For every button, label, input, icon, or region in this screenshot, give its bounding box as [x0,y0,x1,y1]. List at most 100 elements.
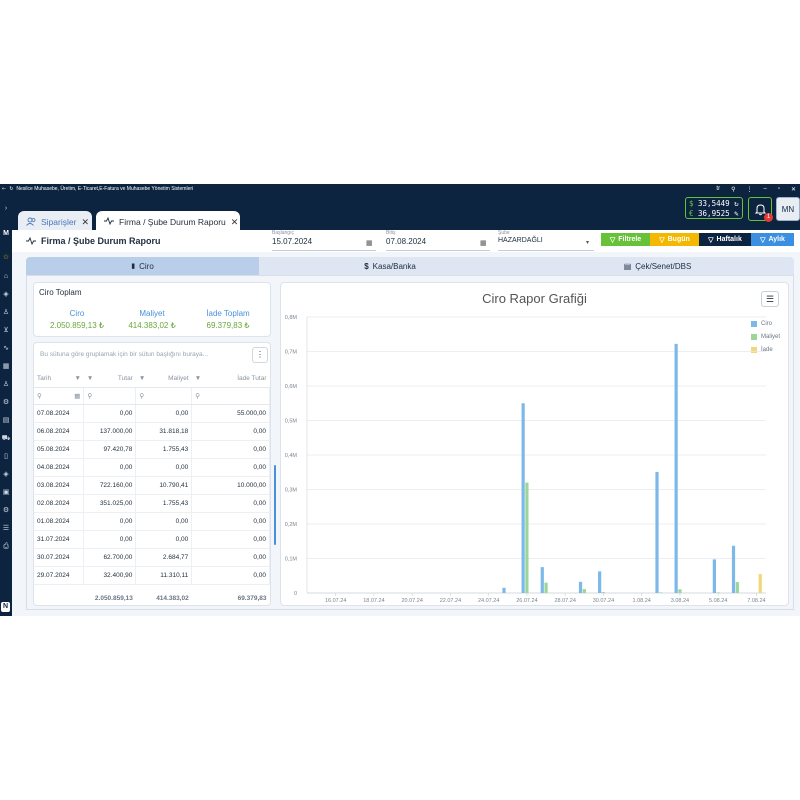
column-header-iade[interactable]: ▼ İade Tutar [191,370,270,388]
group-panel[interactable]: Bu sütuna göre gruplamak için bir sütun … [40,351,208,358]
more-icon[interactable]: ⋮ [746,186,752,193]
table-row[interactable]: 31.07.2024 0,00 0,00 0,00 [34,530,270,549]
start-date-value[interactable]: 15.07.2024 [272,237,376,246]
monthly-button[interactable]: ▽ Aylık [751,233,794,246]
dollar-icon: $ [364,261,369,271]
cart-icon[interactable]: ⊻ [0,326,12,336]
start-date-field[interactable]: Başlangıç 15.07.2024 ▦ [272,230,376,251]
chevron-down-icon[interactable]: ▾ [586,239,589,246]
table-row[interactable]: 03.08.2024 722.160,00 10.790,41 10.000,00 [34,476,270,495]
settings-icon[interactable]: ⚙ [0,398,12,408]
activity-icon[interactable]: ∿ [0,344,12,354]
date-cell: 31.07.2024 [34,530,85,549]
maliyet-label: Maliyet [139,309,165,318]
column-header-tutar[interactable]: ▼ Tutar [83,370,136,388]
box-icon[interactable]: ◈ [0,290,12,300]
date-cell: 02.08.2024 [34,494,85,513]
column-header-maliyet[interactable]: ▼ Maliyet [135,370,192,388]
end-date-value[interactable]: 07.08.2024 [386,237,490,246]
file-icon[interactable]: ▯ [0,452,12,462]
notifications-button[interactable]: 1 [748,197,773,222]
user-icon[interactable]: ♙ [0,308,12,318]
bottom-badge[interactable]: N [1,602,10,612]
y-tick-label: 0 [294,591,297,597]
refresh-icon[interactable]: ↻ [9,186,13,192]
today-button[interactable]: ▽ Bugün [650,233,699,246]
calendar-icon[interactable]: ▦ [480,239,487,247]
date-filter-cell[interactable]: ⚲ ▦ [34,387,85,405]
person-icon[interactable]: ♙ [0,380,12,390]
totals-row: 2.050.859,13 414.383,02 69.379,83 [34,584,270,612]
filter-icon: ▽ [659,236,665,244]
table-row[interactable]: 02.08.2024 351.025,00 1.755,43 0,00 [34,494,270,513]
table-row[interactable]: 30.07.2024 62.700,00 2.684,77 0,00 [34,548,270,567]
bar-ciro [674,343,678,593]
avatar[interactable]: MN [776,197,800,221]
iade-filter-cell[interactable]: ⚲ [191,387,270,405]
tab-label: Kasa/Banka [372,261,416,271]
truck-icon[interactable]: ⛟ [0,434,12,444]
table-row[interactable]: 29.07.2024 32.400,90 11.310,11 0,00 [34,566,270,585]
ciro-table: Tarih ▼ ▼ Tutar ▼ Maliyet ▼ İade Tutar ⚲ ▦ ⚲ … [34,370,270,612]
date-cell: 07.08.2024 [34,404,85,423]
tab-cek-senet[interactable]: ▤ Çek/Senet/DBS [521,257,794,275]
maliyet-filter-cell[interactable]: ⚲ [135,387,193,405]
document-icon[interactable]: ▤ [0,416,12,426]
cog-icon[interactable]: ⚙ [0,506,12,516]
today-label: Bugün [667,236,690,243]
server-icon[interactable]: ☰ [0,524,12,534]
maliyet-cell: 10.790,41 [135,476,193,495]
table-row[interactable]: 06.08.2024 137.000,00 31.818,18 0,00 [34,422,270,441]
close-button[interactable]: ✕ [791,186,796,193]
close-tab-icon[interactable]: ✕ [81,217,89,228]
table-row[interactable]: 05.08.2024 97.420,78 1.755,43 0,00 [34,440,270,459]
iade-cell: 0,00 [191,548,270,567]
table-row[interactable]: 01.08.2024 0,00 0,00 0,00 [34,512,270,531]
home-icon[interactable]: ⌂ [0,272,12,282]
refresh-rate-icon[interactable]: ↻ [734,199,739,208]
grid-menu-button[interactable]: ⋮ [252,347,268,363]
filter-icon[interactable]: ▼ [87,375,93,382]
table-row[interactable]: 04.08.2024 0,00 0,00 0,00 [34,458,270,477]
iade-cell: 0,00 [191,566,270,585]
maximize-button[interactable]: ▫ [778,186,780,192]
calendar-icon[interactable]: ▦ [366,239,373,247]
tab-ciro[interactable]: ▮ Ciro [26,257,259,275]
weekly-button[interactable]: ▽ Haftalık [699,233,751,246]
cube-icon[interactable]: ◈ [0,470,12,480]
zoom-icon[interactable]: ⚲ [731,186,735,193]
archive-icon[interactable]: ▣ [0,488,12,498]
column-header-tarih[interactable]: Tarih ▼ [34,370,84,388]
date-cell: 01.08.2024 [34,512,85,531]
filter-icon: ▽ [609,236,616,244]
report-content: Ciro Toplam Ciro 2.050.859,13 ₺ Maliyet … [26,275,794,610]
filter-button[interactable]: ▽ Filtrele [601,233,650,246]
vertical-scrollbar[interactable] [274,465,276,545]
end-date-field[interactable]: Bitiş 07.08.2024 ▦ [386,230,490,251]
branch-label: Şube [498,230,510,236]
filter-icon[interactable]: ▼ [195,375,201,382]
branch-value[interactable]: HAZARDAĞLI [498,237,594,244]
grid-icon[interactable]: ▦ [0,362,12,372]
table-row[interactable]: 07.08.2024 0,00 0,00 55.000,00 [34,404,270,423]
y-tick-label: 0,1M [285,557,298,563]
calendar-icon[interactable]: ▦ [74,392,80,400]
x-tick-label: 18.07.24 [363,598,384,604]
tutar-filter-cell[interactable]: ⚲ [83,387,137,405]
bar-i̇ade [758,574,762,593]
chevron-right-icon[interactable]: › [0,204,12,214]
minimize-button[interactable]: – [763,186,766,192]
tab-kasa-banka[interactable]: $ Kasa/Banka [259,257,521,275]
back-icon[interactable]: ⇠ [2,186,6,192]
window-title: Nesilce Muhasebe, Üretim, E-Ticaret,E-Fa… [16,186,194,192]
printer-icon[interactable]: ⎙ [0,542,12,552]
language-icon[interactable]: tr [716,186,720,192]
branch-select[interactable]: Şube HAZARDAĞLI ▾ [498,230,594,251]
filter-icon[interactable]: ▼ [139,375,145,382]
bar-ciro [521,403,525,593]
edit-icon[interactable]: ✎ [734,209,739,218]
total-cell [34,584,84,612]
star-icon[interactable]: ☆ [0,253,12,263]
close-tab-icon[interactable]: ✕ [231,217,239,228]
filter-icon[interactable]: ▼ [74,375,80,382]
